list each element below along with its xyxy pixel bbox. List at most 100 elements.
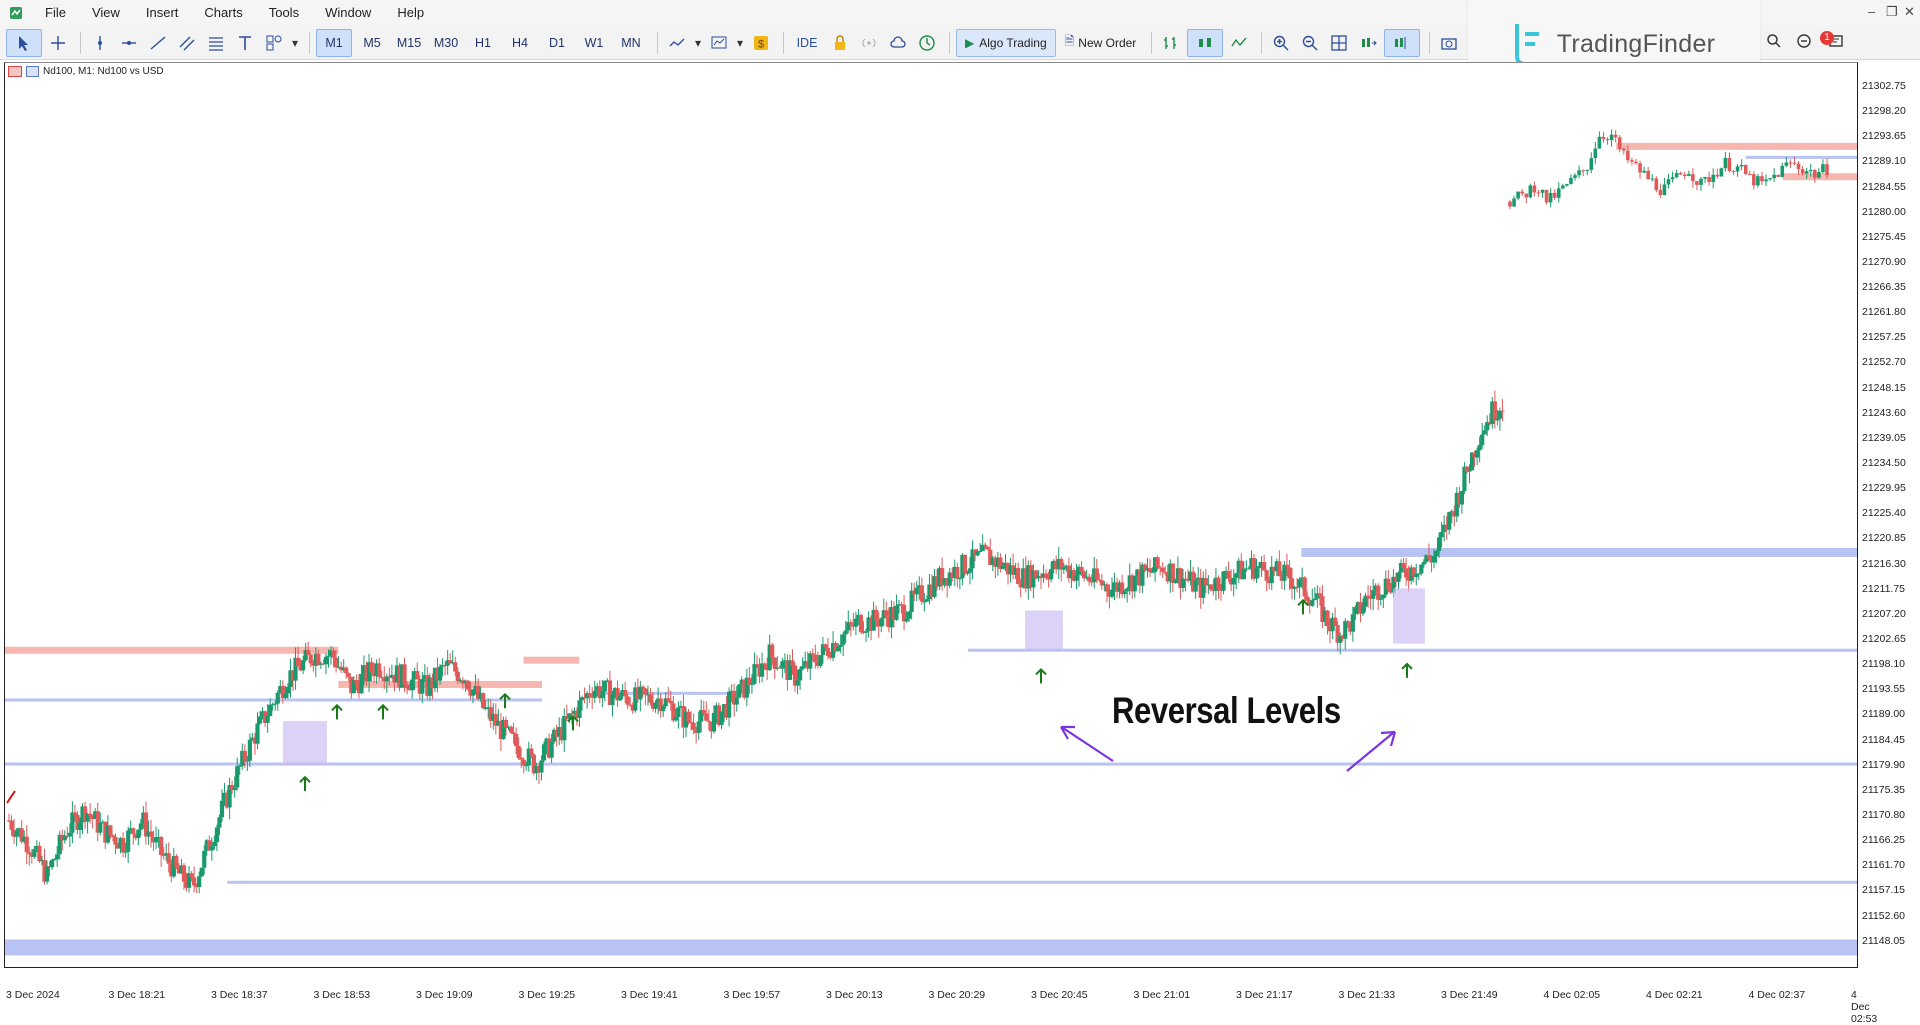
candle-body — [1371, 590, 1376, 599]
candle-body — [123, 851, 128, 853]
timeframe-h1[interactable]: H1 — [466, 30, 500, 56]
candle-body — [1670, 177, 1675, 180]
tile-windows-icon[interactable] — [1326, 30, 1352, 56]
candle-body — [1421, 561, 1426, 565]
time-axis[interactable]: 3 Dec 2024 3 Dec 18:21 3 Dec 18:37 3 Dec 18… — [4, 968, 1877, 1025]
timeframe-m1[interactable]: M1 — [316, 28, 352, 57]
shapes-icon[interactable] — [261, 30, 287, 56]
zoom-in-icon[interactable] — [1268, 30, 1294, 56]
candle-body — [1264, 570, 1269, 581]
timeframe-m30[interactable]: M30 — [429, 30, 463, 56]
restore-icon[interactable]: ❐ — [1886, 4, 1898, 20]
candle-body — [1317, 593, 1323, 597]
market-watch-icon[interactable] — [914, 30, 940, 56]
candle-body — [1735, 166, 1740, 172]
crosshair-icon[interactable] — [45, 30, 71, 56]
minimize-icon[interactable]: – — [1868, 4, 1875, 19]
algo-trading-button[interactable]: ▶ Algo Trading — [956, 28, 1056, 57]
zoom-out-icon[interactable] — [1297, 30, 1323, 56]
cursor-tool-icon[interactable] — [6, 28, 42, 57]
trendline-icon[interactable] — [145, 30, 171, 56]
candle-body — [245, 760, 250, 762]
candle-body — [415, 671, 420, 680]
cloud-icon[interactable] — [885, 30, 911, 56]
candle-body — [331, 650, 336, 658]
menu-window[interactable]: Window — [312, 0, 384, 26]
candle-body — [1132, 576, 1137, 592]
candle-body — [52, 859, 57, 861]
timeframe-m5[interactable]: M5 — [355, 30, 389, 56]
channel-icon[interactable] — [174, 30, 200, 56]
menu-file[interactable]: File — [32, 0, 79, 26]
price-tick-label: 21157.15 — [1862, 884, 1906, 897]
dollar-icon[interactable]: $ — [748, 30, 774, 56]
menu-view[interactable]: View — [79, 0, 133, 26]
line-chart-icon[interactable] — [664, 30, 690, 56]
timeframe-w1[interactable]: W1 — [577, 30, 611, 56]
line-chart-type-icon[interactable] — [1226, 30, 1252, 56]
menu-help[interactable]: Help — [384, 0, 437, 26]
candle-body — [577, 700, 582, 718]
chart-area[interactable] — [4, 62, 1858, 968]
candlestick-icon[interactable] — [1187, 28, 1224, 57]
signal-icon[interactable] — [856, 30, 882, 56]
candle-body — [268, 704, 273, 716]
candle-body — [1079, 566, 1084, 572]
candle-body — [1180, 578, 1186, 588]
candle-body — [1043, 573, 1049, 578]
horizontal-line-icon[interactable] — [116, 30, 142, 56]
lock-icon[interactable] — [827, 30, 853, 56]
candle-body — [1585, 169, 1590, 171]
candle-body — [1666, 179, 1671, 185]
candle-body — [907, 611, 912, 619]
timeframe-m15[interactable]: M15 — [392, 30, 426, 56]
timeframe-d1[interactable]: D1 — [540, 30, 574, 56]
candle-body — [1630, 160, 1634, 162]
candle-body — [772, 657, 777, 669]
notification-icon[interactable] — [1796, 33, 1814, 54]
chevron-down-icon[interactable]: ▾ — [735, 30, 745, 56]
price-tick-label: 21211.75 — [1862, 582, 1906, 595]
candle-body — [1467, 470, 1472, 472]
candle-body — [1752, 174, 1756, 186]
new-order-button[interactable]: 🗎 New Order — [1059, 30, 1143, 56]
chevron-down-icon[interactable]: ▾ — [693, 30, 703, 56]
candle-body — [1784, 162, 1789, 166]
candle-body — [843, 630, 848, 635]
bar-chart-icon[interactable] — [1158, 30, 1184, 56]
close-icon[interactable]: ✕ — [1904, 4, 1915, 20]
candle-body — [138, 823, 143, 830]
play-icon: ▶ — [965, 35, 975, 50]
fibonacci-icon[interactable] — [203, 30, 229, 56]
app-logo-icon[interactable] — [8, 5, 24, 21]
menu-insert[interactable]: Insert — [133, 0, 192, 26]
candle-body — [1414, 574, 1419, 577]
chart-templates-icon[interactable] — [706, 30, 732, 56]
price-tick-label: 21202.65 — [1862, 633, 1906, 645]
candle-body — [1556, 188, 1561, 198]
chart-canvas[interactable] — [5, 63, 1857, 967]
timeframe-mn[interactable]: MN — [614, 30, 648, 56]
candle-body — [377, 663, 382, 677]
candle-body — [344, 667, 349, 674]
timeframe-h4[interactable]: H4 — [503, 30, 537, 56]
candle-body — [1226, 570, 1231, 579]
ide-button[interactable]: IDE — [790, 30, 824, 56]
text-tool-icon[interactable] — [232, 30, 258, 56]
candle-body — [1715, 174, 1720, 177]
price-axis[interactable]: 21302.75 21298.20 21293.65 21289.10 21284.55… — [1858, 62, 1920, 968]
screenshot-icon[interactable] — [1436, 30, 1462, 56]
price-tick-label: 21293.65 — [1862, 130, 1906, 143]
chart-shift-icon[interactable] — [1384, 28, 1421, 57]
time-tick-label: 3 Dec 21:01 — [1133, 989, 1191, 1001]
brand-logo-text: TradingFinder — [1556, 29, 1716, 58]
candle-body — [1350, 614, 1355, 632]
candle-body — [1404, 568, 1409, 578]
scroll-chart-icon[interactable] — [1355, 30, 1381, 56]
candle-body — [734, 697, 739, 705]
menu-charts[interactable]: Charts — [191, 0, 255, 26]
menu-tools[interactable]: Tools — [256, 0, 312, 26]
vertical-line-icon[interactable] — [87, 30, 113, 56]
chevron-down-icon[interactable]: ▾ — [290, 30, 300, 56]
search-icon[interactable] — [1766, 33, 1782, 54]
